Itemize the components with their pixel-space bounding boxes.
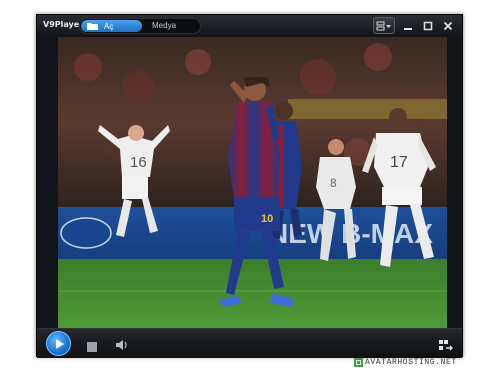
pitch <box>58 259 447 328</box>
minimize-button[interactable] <box>399 17 417 34</box>
player-window: V9Player Aç Medya 16 17 8 10 <box>36 14 463 358</box>
video-area[interactable]: NEW B-MAX 16 17 <box>58 37 447 328</box>
video-frame: NEW B-MAX 16 17 <box>58 37 447 328</box>
stop-icon <box>87 342 97 352</box>
watermark-logo-icon <box>354 358 363 367</box>
player-left-number: 16 <box>130 154 147 171</box>
play-icon <box>55 338 64 349</box>
volume-icon <box>116 340 127 350</box>
volume-button[interactable] <box>115 338 129 350</box>
menu-icon <box>376 21 391 30</box>
folder-icon <box>87 23 98 30</box>
tab-group: Aç Medya <box>79 18 201 34</box>
playlist-button[interactable] <box>439 338 453 351</box>
yellow-band <box>288 99 447 119</box>
menu-button[interactable] <box>373 17 395 34</box>
close-button[interactable] <box>439 17 457 34</box>
tab-media[interactable]: Medya <box>152 21 176 30</box>
player-front-number: 10 <box>261 213 273 225</box>
play-button[interactable] <box>46 331 71 356</box>
title-bar[interactable]: V9Player Aç Medya <box>37 15 462 37</box>
minimize-icon <box>404 27 412 30</box>
player-right-number: 17 <box>390 154 408 171</box>
stop-button[interactable] <box>87 339 97 352</box>
control-bar <box>37 328 462 358</box>
maximize-button[interactable] <box>419 17 437 34</box>
tab-open-label: Aç <box>104 21 114 31</box>
watermark: AVATARHOSTING.NET <box>354 358 457 367</box>
tab-open[interactable]: Aç <box>81 20 142 32</box>
app-title: V9Player <box>43 20 84 29</box>
close-icon <box>443 21 453 30</box>
watermark-text: AVATARHOSTING.NET <box>365 358 457 367</box>
player-center-number: 8 <box>330 176 337 190</box>
maximize-icon <box>423 21 433 30</box>
playlist-icon <box>439 340 453 351</box>
ford-logo <box>60 217 112 249</box>
